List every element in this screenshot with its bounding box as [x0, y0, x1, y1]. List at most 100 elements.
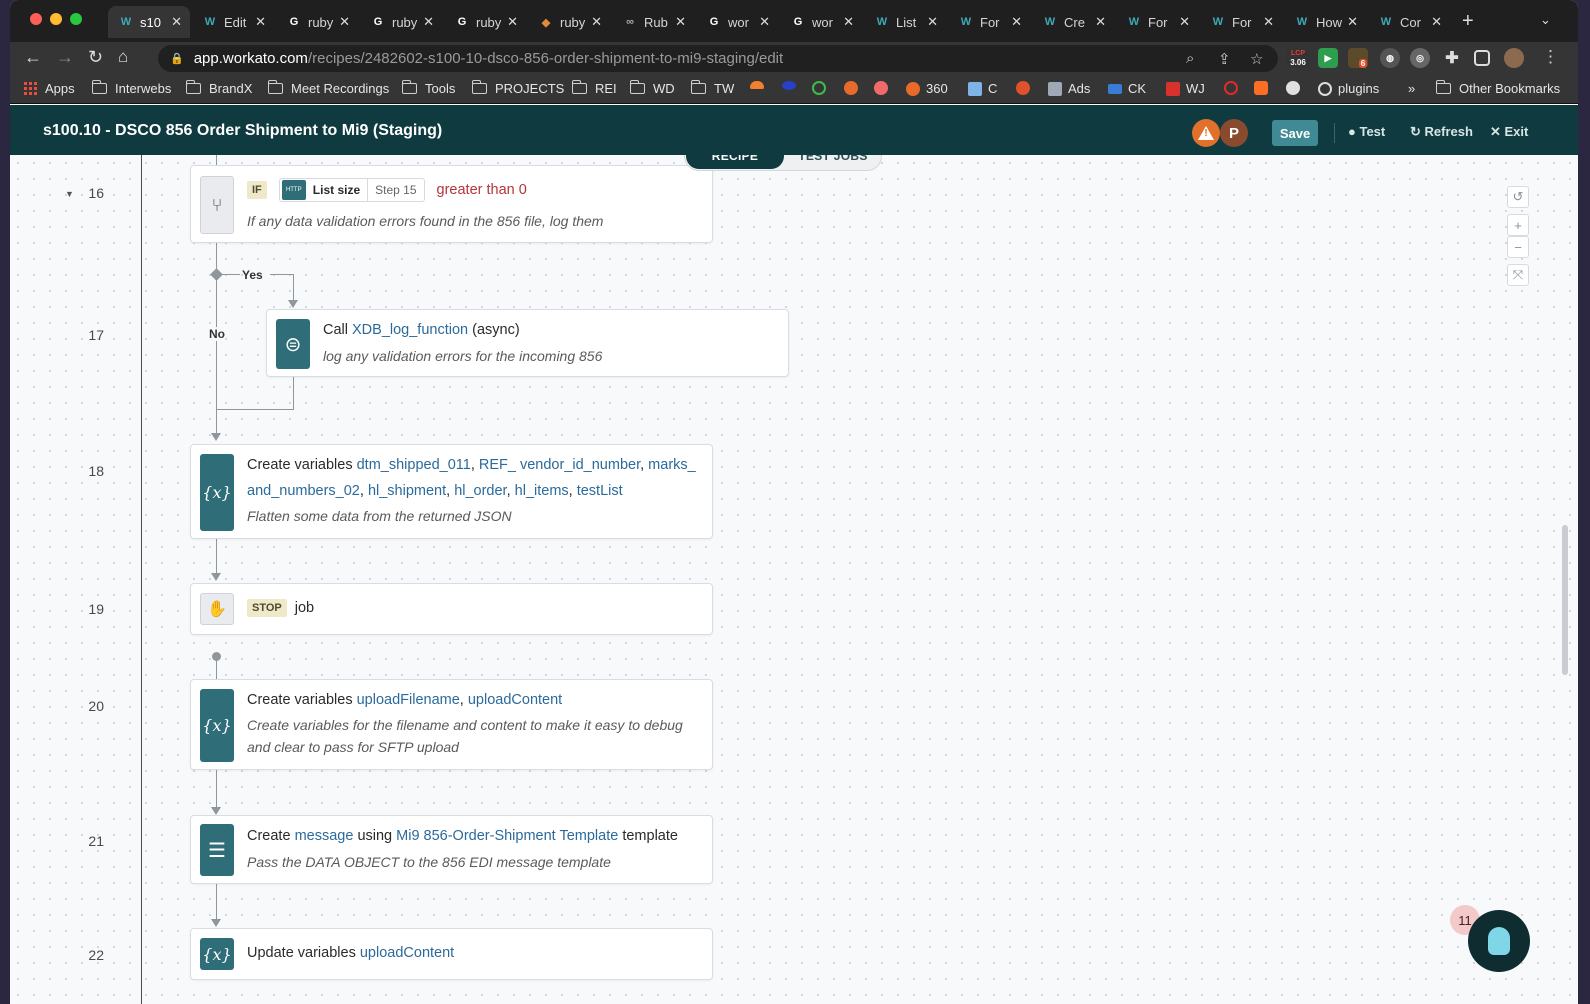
close-tab-icon[interactable]: ✕ [255, 14, 266, 30]
variable-link[interactable]: and_numbers_02 [247, 483, 360, 499]
template-link[interactable]: Mi9 856-Order-Shipment Template [396, 828, 618, 844]
zoom-in-icon[interactable]: + [1507, 214, 1529, 236]
extensions-puzzle-icon[interactable]: ✚ [1442, 48, 1462, 68]
variable-link[interactable]: uploadFilename [357, 692, 460, 708]
lcp-extension-icon[interactable]: LCP 3.06 [1286, 48, 1310, 68]
close-tab-icon[interactable]: ✕ [1011, 14, 1022, 30]
browser-tab[interactable]: W Cre ✕ [1032, 6, 1114, 38]
user-avatar[interactable]: P [1220, 119, 1248, 147]
step-20-create-variables[interactable]: {x} Create variables uploadFilename, upl… [190, 679, 713, 770]
bookmark-refresh-green[interactable] [812, 81, 832, 95]
recipe-canvas[interactable]: Yes No ▼ 16 ⑂ IF HTTP List size Step 15 … [10, 155, 1578, 1004]
bookmark-folder-brandx[interactable]: BrandX [185, 80, 252, 96]
browser-tab[interactable]: W List ✕ [864, 6, 946, 38]
collapse-caret-icon[interactable]: ▼ [65, 189, 74, 199]
bookmark-folder-meet-recordings[interactable]: Meet Recordings [267, 80, 389, 96]
step-16-if[interactable]: ⑂ IF HTTP List size Step 15 greater than… [190, 165, 713, 243]
bookmark-github[interactable] [1286, 81, 1306, 95]
bookmark-ads[interactable]: Ads [1048, 81, 1090, 96]
close-tab-icon[interactable]: ✕ [423, 14, 434, 30]
refresh-button[interactable]: ↻ Refresh [1410, 124, 1473, 140]
save-button[interactable]: Save [1272, 120, 1318, 146]
step-18-create-variables[interactable]: {x} Create variables dtm_shipped_011, RE… [190, 444, 713, 539]
step-17-call[interactable]: ⊜ Call XDB_log_function (async) log any … [266, 309, 789, 377]
extension-badge-icon[interactable]: 6 [1348, 48, 1368, 68]
browser-tab[interactable]: Gruby ✕ [360, 6, 442, 38]
browser-tab[interactable]: Gwor ✕ [696, 6, 778, 38]
bookmark-folder-projects[interactable]: PROJECTS [471, 80, 564, 96]
bookmark-folder-interwebs[interactable]: Interwebs [91, 80, 171, 96]
fit-to-screen-icon[interactable]: ⤧ [1507, 264, 1529, 286]
variable-link[interactable]: hl_shipment [368, 483, 446, 499]
datapill[interactable]: HTTP List size Step 15 [278, 178, 425, 202]
close-tab-icon[interactable]: ✕ [339, 14, 350, 30]
browser-tab[interactable]: ∞ Rub ✕ [612, 6, 694, 38]
variable-link[interactable]: uploadContent [468, 692, 562, 708]
bookmark-folder-tw[interactable]: TW [690, 80, 734, 96]
bookmark-folder-other[interactable]: Other Bookmarks [1435, 80, 1560, 96]
exit-button[interactable]: ✕ Exit [1490, 124, 1528, 140]
close-tab-icon[interactable]: ✕ [1347, 14, 1358, 30]
bookmark-star-icon[interactable]: ☆ [1250, 50, 1263, 68]
close-window-button[interactable] [30, 13, 42, 25]
canvas-scrollbar[interactable] [1562, 525, 1568, 675]
test-button[interactable]: ● Test [1348, 124, 1385, 139]
browser-menu-icon[interactable]: ⋮ [1542, 47, 1559, 67]
bookmark-folder-tools[interactable]: Tools [401, 80, 455, 96]
address-bar[interactable]: 🔒 app.workato.com/recipes/2482602-s100-1… [158, 45, 1278, 72]
bookmark-plugins[interactable]: plugins [1318, 81, 1379, 96]
close-tab-icon[interactable]: ✕ [591, 14, 602, 30]
variable-link[interactable]: REF_ vendor_id_number [479, 457, 640, 473]
close-tab-icon[interactable]: ✕ [843, 14, 854, 30]
browser-tab[interactable]: Gruby ✕ [276, 6, 358, 38]
close-tab-icon[interactable]: ✕ [1095, 14, 1106, 30]
bookmark-wj[interactable]: WJ [1166, 81, 1205, 96]
variable-link[interactable]: uploadContent [360, 945, 454, 961]
bookmark-gitlab[interactable] [1254, 81, 1274, 95]
bookmark-folder-wd[interactable]: WD [629, 80, 675, 96]
extension-green-icon[interactable]: ▶ [1318, 48, 1338, 68]
close-tab-icon[interactable]: ✕ [927, 14, 938, 30]
browser-tab[interactable]: Gwor ✕ [780, 6, 862, 38]
browser-tab[interactable]: W Cor ✕ [1368, 6, 1450, 38]
warning-avatar[interactable]: ! [1192, 119, 1220, 147]
reload-icon[interactable]: ↻ [88, 47, 103, 68]
tab-search-icon[interactable]: ⌄ [1540, 12, 1551, 28]
bookmark-apps[interactable]: Apps [24, 81, 75, 96]
variable-link[interactable]: hl_items [515, 483, 569, 499]
variable-link[interactable]: marks_ [648, 457, 696, 473]
bookmarks-overflow[interactable]: » [1408, 81, 1415, 96]
home-icon[interactable]: ⌂ [118, 47, 128, 67]
browser-tab[interactable]: W For ✕ [948, 6, 1030, 38]
tab-recipe[interactable]: RECIPE [686, 155, 784, 169]
bookmark-firefox[interactable] [844, 81, 864, 95]
close-tab-icon[interactable]: ✕ [171, 14, 182, 30]
browser-tab[interactable]: W Edit ✕ [192, 6, 274, 38]
variable-link[interactable]: dtm_shipped_011 [357, 457, 471, 473]
function-link[interactable]: XDB_log_function [352, 322, 468, 338]
browser-tab[interactable]: W For ✕ [1116, 6, 1198, 38]
extension-circle-icon[interactable]: ◎ [1410, 48, 1430, 68]
zoom-icon[interactable]: ⌕ [1186, 50, 1194, 67]
close-tab-icon[interactable]: ✕ [507, 14, 518, 30]
forward-icon[interactable]: → [56, 47, 74, 68]
help-lightbulb-button[interactable] [1468, 910, 1530, 972]
share-icon[interactable]: ⇪ [1218, 50, 1231, 68]
variable-link[interactable]: testList [577, 483, 623, 499]
bookmark-claude[interactable] [1016, 81, 1036, 95]
zoom-out-icon[interactable]: − [1507, 236, 1529, 258]
bookmark-c[interactable]: C [968, 81, 997, 96]
bookmark-folder-rei[interactable]: REI [571, 80, 617, 96]
step-19-stop[interactable]: ✋ STOP job [190, 583, 713, 635]
extension-globe-icon[interactable]: ◍ [1380, 48, 1400, 68]
new-tab-button[interactable]: + [1462, 10, 1474, 33]
browser-tab[interactable]: Gruby ✕ [444, 6, 526, 38]
bookmark-ck[interactable]: CK [1108, 81, 1146, 96]
bookmark-asana[interactable] [874, 81, 894, 95]
back-icon[interactable]: ← [24, 47, 42, 68]
side-panel-icon[interactable] [1474, 50, 1490, 66]
close-tab-icon[interactable]: ✕ [759, 14, 770, 30]
minimize-window-button[interactable] [50, 13, 62, 25]
reset-view-icon[interactable]: ↺ [1507, 186, 1529, 208]
close-tab-icon[interactable]: ✕ [675, 14, 686, 30]
